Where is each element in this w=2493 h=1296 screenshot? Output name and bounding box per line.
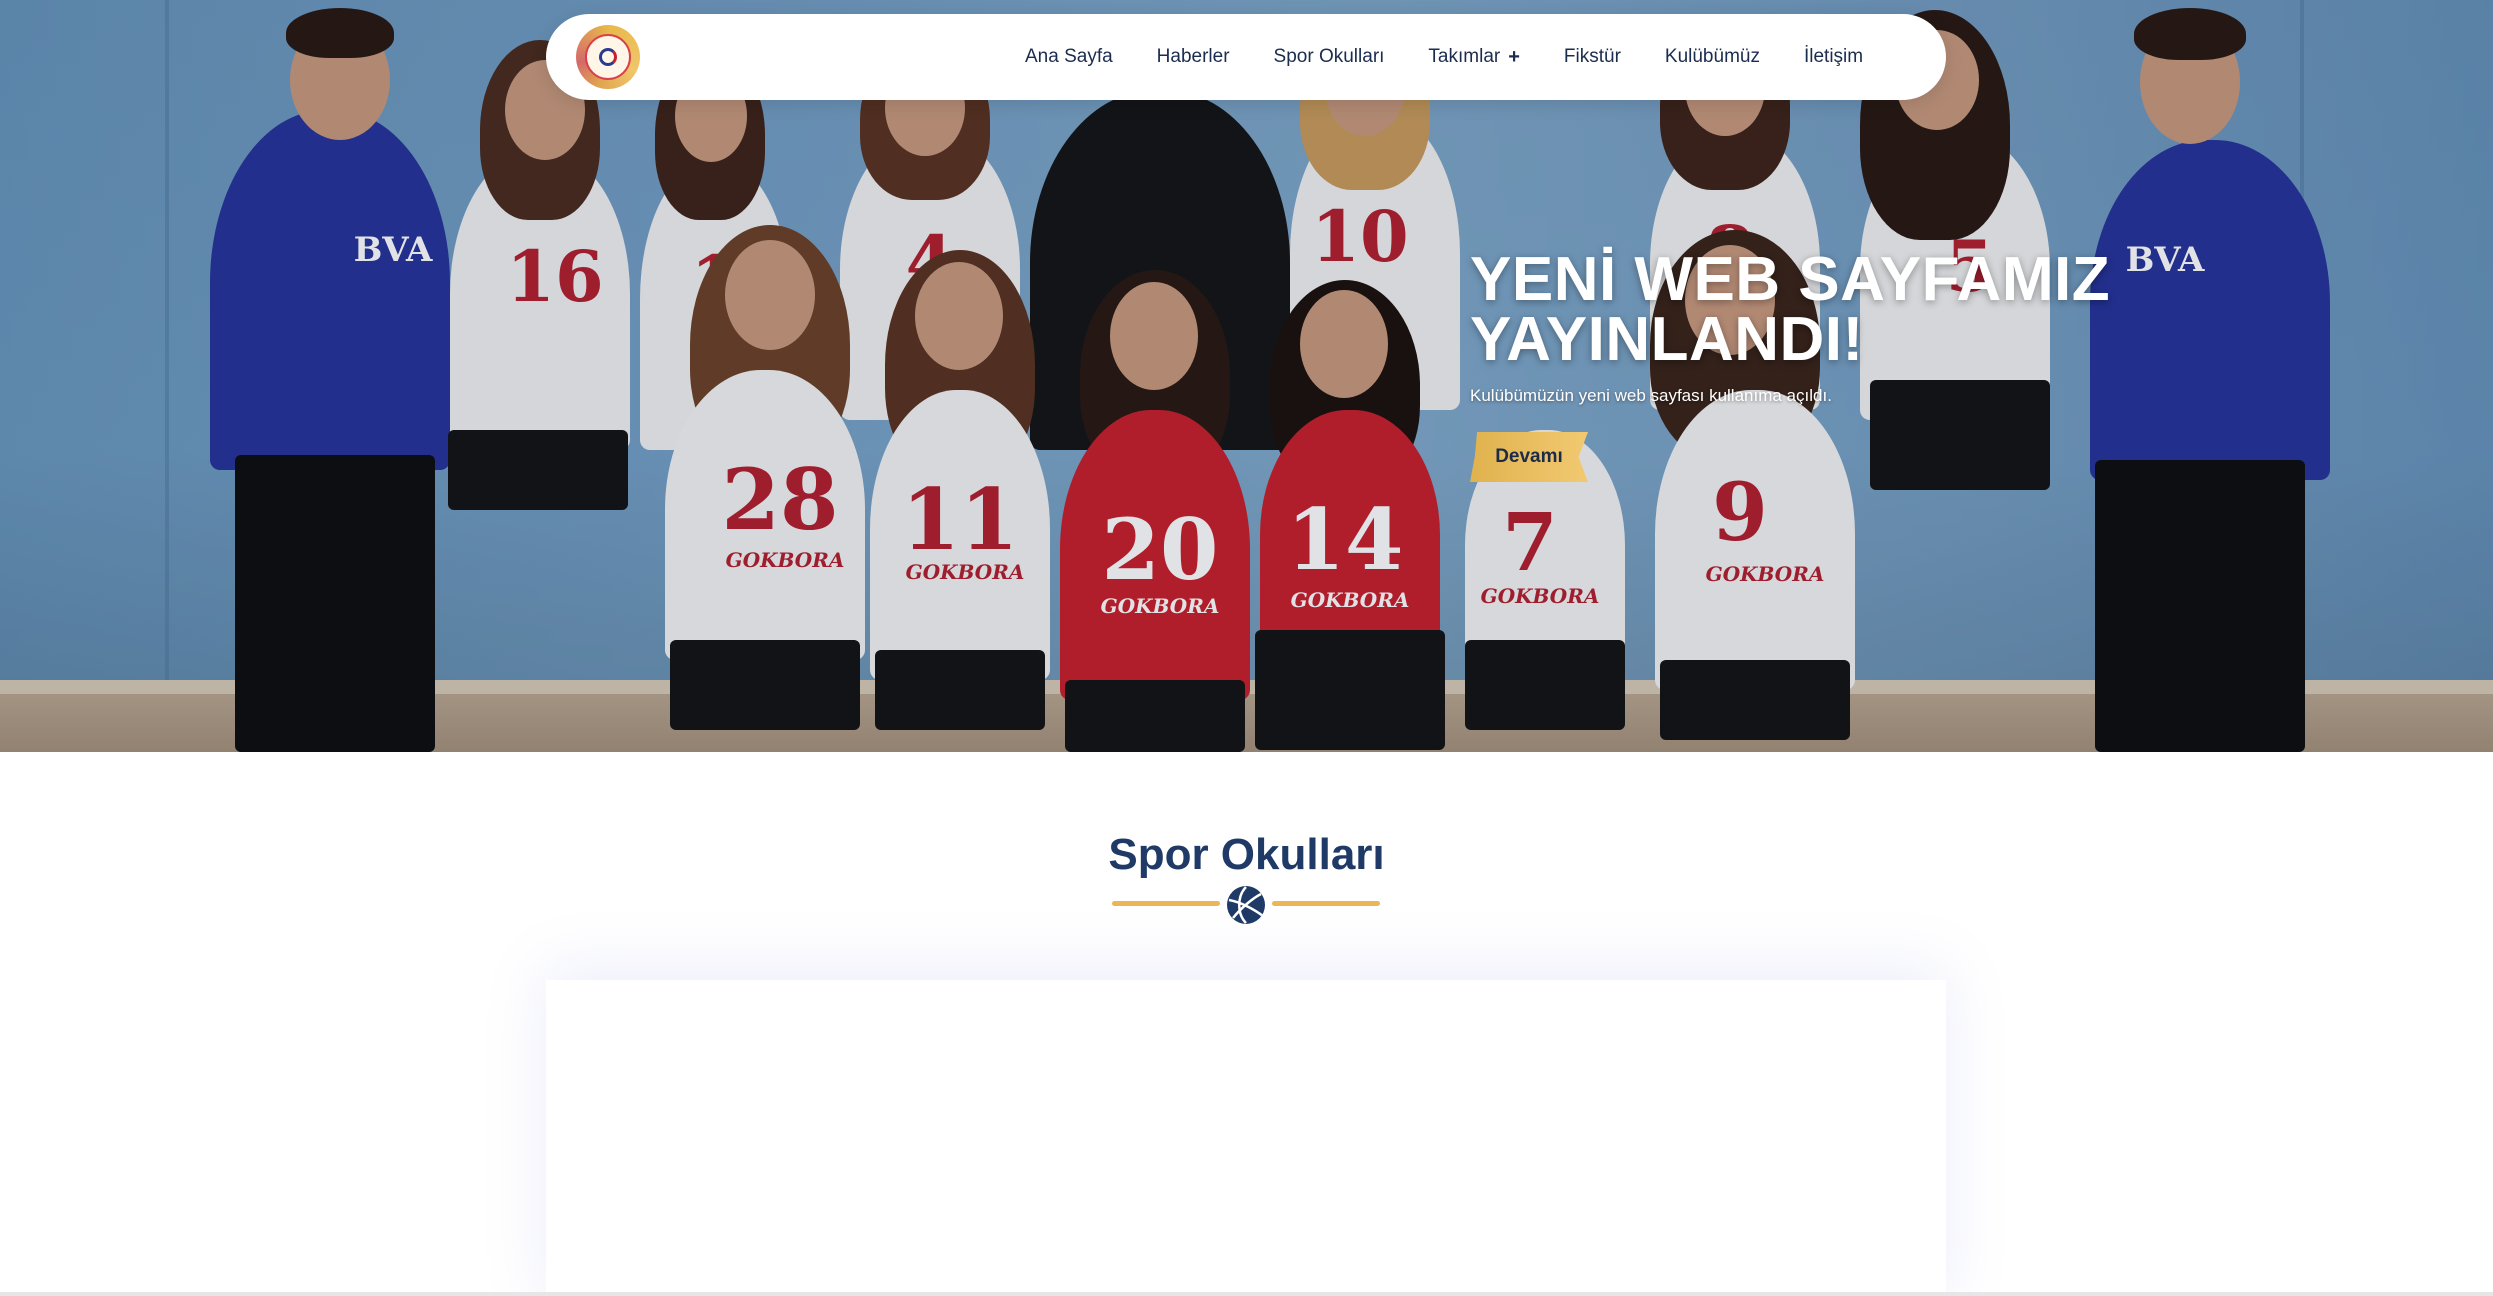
hero-banner: BVA 16 1 4 10 8 5 BVA: [0, 0, 2493, 752]
nav-item-label: İletişim: [1803, 46, 1864, 67]
hero-subtitle: Kulübümüzün yeni web sayfası kullanıma a…: [1470, 386, 1832, 405]
nav-item-label: Spor Okulları: [1273, 46, 1385, 67]
nav-item-kulubumuz[interactable]: Kulübümüz: [1665, 46, 1760, 68]
section-divider: [1112, 884, 1380, 924]
nav-item-label: Kulübümüz: [1664, 46, 1760, 67]
club-logo[interactable]: [576, 25, 640, 89]
read-more-button[interactable]: Devamı: [1470, 432, 1588, 482]
window-bottom-edge: [0, 1292, 2493, 1296]
hero-overlay: [0, 0, 2493, 752]
nav-item-label: Ana Sayfa: [1025, 46, 1113, 67]
section-title: Spor Okulları: [1108, 830, 1385, 879]
hero-title: YENİ WEB SAYFAMIZ YAYINLANDI!: [1470, 245, 2170, 374]
navbar: Ana Sayfa Haberler Spor Okulları Takımla…: [546, 14, 1946, 100]
nav-item-iletisim[interactable]: İletişim: [1804, 46, 1863, 68]
nav-item-spor-okullari[interactable]: Spor Okulları: [1274, 46, 1385, 68]
hero-title-line2: YAYINLANDI!: [1470, 305, 1864, 374]
nav-item-ana-sayfa[interactable]: Ana Sayfa: [1025, 46, 1113, 68]
nav-item-label: Takımlar: [1428, 46, 1501, 67]
nav-item-takimlar[interactable]: Takımlar +: [1428, 46, 1519, 69]
spor-okullari-card: [546, 980, 1946, 1296]
divider-line-left: [1112, 901, 1220, 906]
nav-item-label: Fikstür: [1563, 46, 1621, 67]
logo-emblem-icon: [585, 34, 631, 80]
nav-item-fikstur[interactable]: Fikstür: [1564, 46, 1621, 68]
nav-links: Ana Sayfa Haberler Spor Okulları Takımla…: [1025, 14, 1907, 100]
hero-title-line1: YENİ WEB SAYFAMIZ: [1470, 245, 2111, 314]
plus-icon: +: [1508, 45, 1520, 68]
nav-item-haberler[interactable]: Haberler: [1157, 46, 1230, 68]
volleyball-icon: [1227, 886, 1265, 924]
divider-line-right: [1272, 901, 1380, 906]
nav-item-label: Haberler: [1156, 46, 1230, 67]
